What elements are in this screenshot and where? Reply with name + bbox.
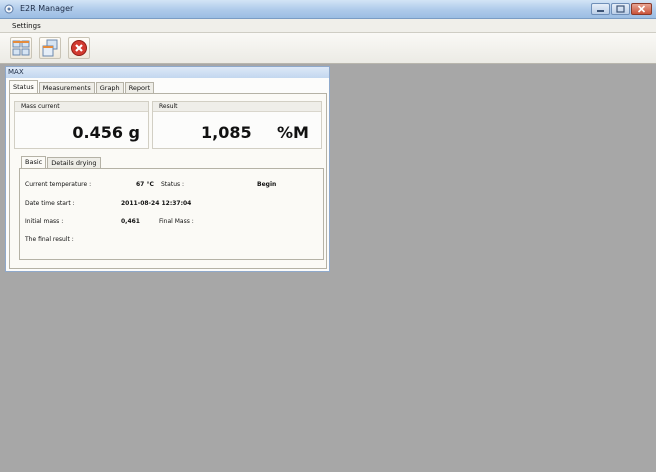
current-temperature-label: Current temperature : [25, 181, 92, 188]
final-result-label: The final result : [25, 236, 74, 243]
minimize-icon [597, 10, 604, 12]
initial-mass-value: 0,461 [121, 218, 140, 225]
close-icon [637, 5, 646, 13]
current-temperature-value: 67 °C [136, 181, 154, 188]
date-time-start-value: 2011-08-24 12:37:04 [121, 200, 192, 207]
menu-settings[interactable]: Settings [12, 22, 41, 30]
exit-button[interactable] [68, 37, 90, 59]
tab-details-drying[interactable]: Details drying [47, 157, 101, 168]
tab-status[interactable]: Status [9, 80, 38, 93]
date-time-start-label: Date time start : [25, 200, 75, 207]
tile-windows-icon [12, 40, 30, 56]
menu-bar: Settings [0, 19, 656, 33]
basic-pane: Current temperature : 67 °C Status : Beg… [19, 168, 324, 260]
minimize-button[interactable] [591, 3, 610, 15]
tab-graph[interactable]: Graph [95, 82, 124, 93]
cascade-windows-button[interactable] [39, 37, 61, 59]
close-window-button[interactable] [631, 3, 652, 15]
window-title: E2R Manager [20, 4, 74, 13]
status-label: Status : [161, 181, 185, 188]
mass-current-label: Mass current [21, 103, 60, 110]
status-pane: Mass current 0.456 g Result 1,085 %M Bas… [9, 93, 327, 269]
toolbar [0, 33, 656, 64]
result-value: 1,085 [201, 123, 252, 142]
main-tabs: Status Measurements Graph Report [9, 80, 155, 93]
restore-icon [616, 5, 625, 13]
title-bar: E2R Manager [0, 0, 656, 19]
result-unit: %M [277, 123, 309, 142]
tab-report[interactable]: Report [124, 82, 155, 93]
restore-button[interactable] [611, 3, 630, 15]
child-window-title: MAX [8, 68, 24, 76]
close-circle-icon [71, 40, 87, 56]
result-group: Result 1,085 %M [152, 101, 322, 149]
status-value: Begin [257, 181, 277, 188]
tile-windows-button[interactable] [10, 37, 32, 59]
detail-tabs: Basic Details drying [21, 156, 102, 168]
tab-basic[interactable]: Basic [21, 156, 47, 168]
mass-current-group: Mass current 0.456 g [14, 101, 149, 149]
app-icon [4, 4, 14, 14]
initial-mass-label: Initial mass : [25, 218, 64, 225]
child-window-title-bar: MAX [6, 67, 329, 78]
tab-measurements[interactable]: Measurements [38, 82, 95, 93]
mass-current-value: 0.456 g [72, 123, 140, 142]
child-window: MAX Status Measurements Graph Report Mas… [5, 66, 330, 272]
final-mass-label: Final Mass : [159, 218, 194, 225]
cascade-windows-icon [42, 39, 58, 57]
result-label: Result [159, 103, 178, 110]
